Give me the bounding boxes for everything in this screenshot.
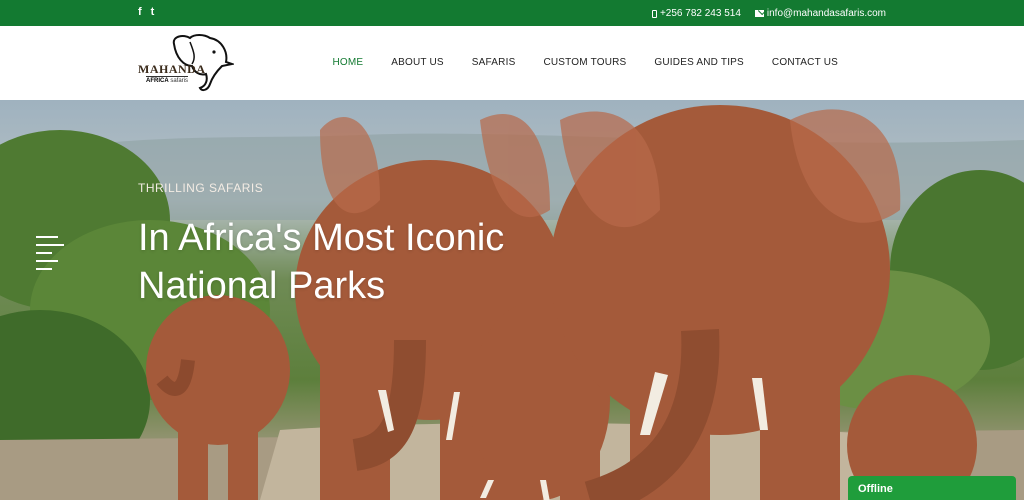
logo-subtitle: AFRICA safaris <box>146 76 189 84</box>
hero-title-line-1: In Africa's Most Iconic <box>138 217 505 259</box>
social-links: f t <box>138 7 154 18</box>
logo-sub-rest: safaris <box>170 78 189 84</box>
chat-status-button[interactable]: Offline <box>848 476 1016 500</box>
phone-link[interactable]: +256 782 243 514 <box>651 8 741 19</box>
logo-sub-bold: AFRICA <box>146 78 169 84</box>
facebook-icon[interactable]: f <box>138 7 142 18</box>
envelope-icon <box>754 10 764 17</box>
site-header: MAHANDA AFRICA safaris HOME ABOUT US SAF… <box>0 26 1024 100</box>
email-address: info@mahandasafaris.com <box>766 8 886 19</box>
hero-banner: THRILLING SAFARIS In Africa's Most Iconi… <box>0 100 1024 500</box>
contact-info: +256 782 243 514 info@mahandasafaris.com <box>651 8 886 19</box>
twitter-icon[interactable]: t <box>151 7 155 18</box>
main-nav: HOME ABOUT US SAFARIS CUSTOM TOURS GUIDE… <box>332 57 838 68</box>
nav-about-us[interactable]: ABOUT US <box>391 57 444 68</box>
slider-menu-icon[interactable] <box>36 236 64 272</box>
nav-home[interactable]: HOME <box>332 57 363 68</box>
top-bar: f t +256 782 243 514 info@mahandasafaris… <box>0 0 1024 26</box>
phone-icon <box>651 9 657 18</box>
site-logo[interactable]: MAHANDA AFRICA safaris <box>138 32 234 94</box>
nav-contact-us[interactable]: CONTACT US <box>772 57 838 68</box>
nav-guides-and-tips[interactable]: GUIDES AND TIPS <box>654 57 744 68</box>
email-link[interactable]: info@mahandasafaris.com <box>754 8 886 19</box>
hero-title: In Africa's Most Iconic National Parks <box>138 214 578 310</box>
nav-custom-tours[interactable]: CUSTOM TOURS <box>543 57 626 68</box>
hero-kicker: THRILLING SAFARIS <box>138 181 264 195</box>
nav-safaris[interactable]: SAFARIS <box>472 57 516 68</box>
phone-number: +256 782 243 514 <box>659 8 741 19</box>
logo-brand-text: MAHANDA <box>138 62 206 76</box>
hero-title-line-2: National Parks <box>138 265 386 307</box>
